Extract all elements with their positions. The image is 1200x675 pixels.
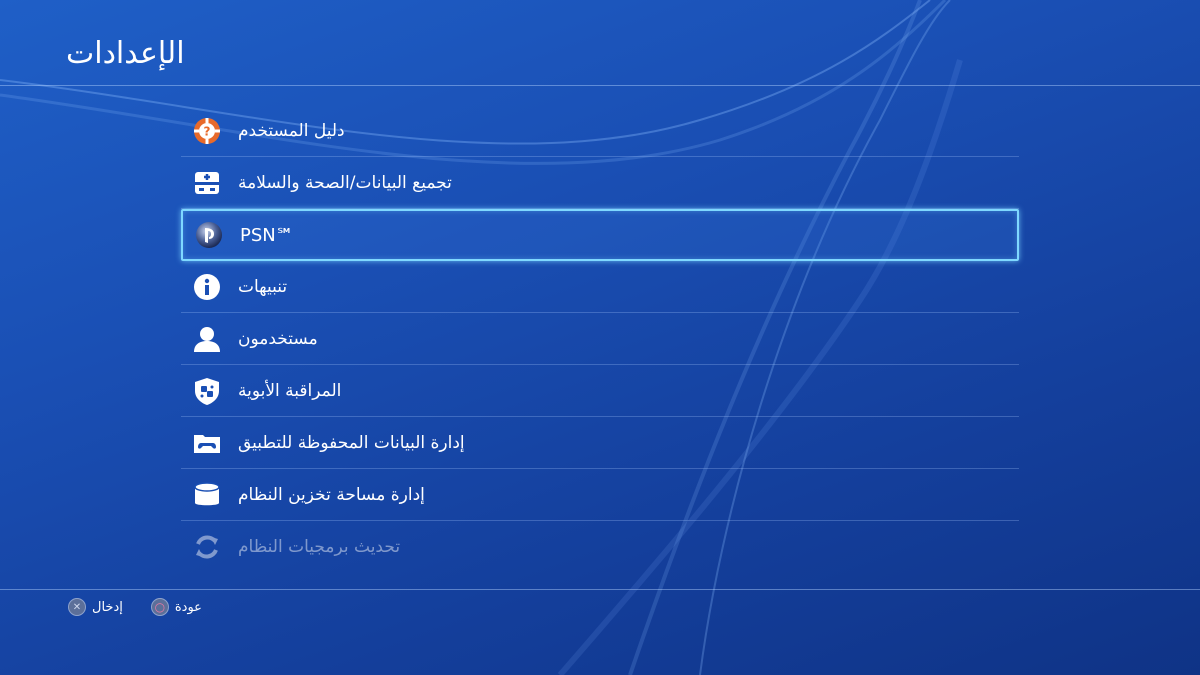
system-update-icon	[192, 532, 222, 562]
circle-button-icon: ○	[150, 598, 169, 616]
menu-item-saved-data[interactable]: إدارة البيانات المحفوظة للتطبيق	[181, 417, 1019, 469]
menu-item-label: تجميع البيانات/الصحة والسلامة	[238, 172, 452, 193]
button-hints: ✕ إدخال ○ عودة	[68, 598, 230, 616]
enter-hint[interactable]: ✕ إدخال	[68, 598, 123, 616]
menu-item-label: PSN℠	[240, 224, 295, 246]
info-icon	[192, 272, 222, 302]
menu-item-label: مستخدمون	[238, 328, 318, 349]
svg-text:?: ?	[204, 124, 211, 138]
footer-divider	[0, 589, 1200, 590]
menu-item-users[interactable]: مستخدمون	[181, 313, 1019, 365]
menu-item-user-guide[interactable]: ? دليل المستخدم	[181, 105, 1019, 157]
health-safety-icon	[192, 168, 222, 198]
storage-cylinder-icon	[192, 480, 222, 510]
menu-item-system-update[interactable]: تحديث برمجيات النظام	[181, 521, 1019, 573]
menu-item-label: تنبيهات	[238, 276, 288, 297]
menu-item-label: المراقبة الأبوية	[238, 380, 342, 401]
page-title: الإعدادات	[66, 36, 185, 71]
settings-menu: ? دليل المستخدم تجميع البيانات/الصحة وال…	[181, 105, 1019, 573]
menu-item-parental-controls[interactable]: المراقبة الأبوية	[181, 365, 1019, 417]
menu-item-label: تحديث برمجيات النظام	[238, 537, 401, 557]
menu-item-storage[interactable]: إدارة مساحة تخزين النظام	[181, 469, 1019, 521]
menu-item-label: إدارة البيانات المحفوظة للتطبيق	[238, 432, 465, 453]
enter-hint-label: إدخال	[92, 599, 123, 615]
header-divider	[0, 85, 1200, 86]
menu-item-psn[interactable]: PSN℠	[181, 209, 1019, 261]
user-icon	[192, 324, 222, 354]
menu-item-label: دليل المستخدم	[238, 120, 345, 141]
saved-data-folder-icon	[192, 428, 222, 458]
menu-item-health-safety[interactable]: تجميع البيانات/الصحة والسلامة	[181, 157, 1019, 209]
back-hint-label: عودة	[174, 599, 202, 615]
cross-button-icon: ✕	[68, 598, 86, 616]
menu-item-notifications[interactable]: تنبيهات	[181, 261, 1019, 313]
psn-icon	[194, 220, 224, 250]
back-hint[interactable]: ○ عودة	[150, 598, 202, 616]
parental-controls-icon	[192, 376, 222, 406]
help-lifebuoy-icon: ?	[192, 116, 222, 146]
menu-item-label: إدارة مساحة تخزين النظام	[238, 484, 425, 505]
